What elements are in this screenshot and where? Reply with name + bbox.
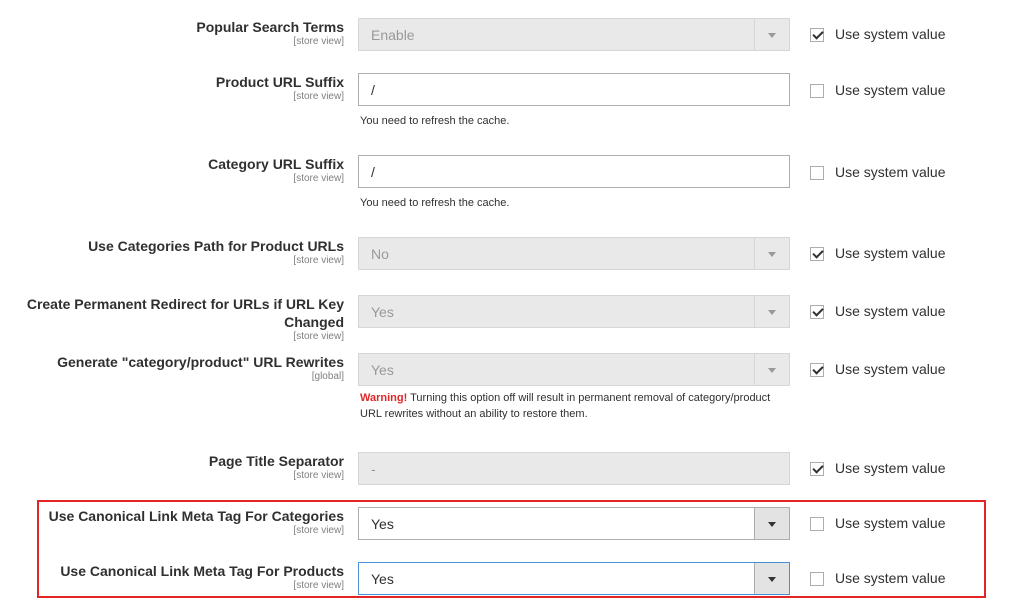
field-note: You need to refresh the cache. xyxy=(360,197,510,209)
use-system-value-checkbox[interactable] xyxy=(810,305,824,319)
input-value: / xyxy=(371,164,375,180)
field-scope: [global] xyxy=(311,371,344,382)
field-label-title: Use Canonical Link Meta Tag For Categori… xyxy=(48,508,344,524)
field-scope: [store view] xyxy=(293,91,344,102)
field-label: Popular Search Terms [store view] xyxy=(4,18,344,48)
field-label: Product URL Suffix [store view] xyxy=(4,73,344,103)
select-value: Yes xyxy=(371,304,394,320)
input-value: / xyxy=(371,82,375,98)
field-scope: [store view] xyxy=(293,525,344,536)
use-system-value-label: Use system value xyxy=(835,515,946,531)
field-label-title: Page Title Separator xyxy=(208,453,344,469)
field-scope: [store view] xyxy=(293,36,344,47)
select-value: Enable xyxy=(371,27,415,43)
category-url-suffix-input[interactable]: / xyxy=(358,155,790,188)
chevron-down-icon xyxy=(754,508,789,539)
use-system-value-label: Use system value xyxy=(835,570,946,586)
use-system-value-label: Use system value xyxy=(835,303,946,319)
use-system-value-checkbox[interactable] xyxy=(810,247,824,261)
product-url-suffix-input[interactable]: / xyxy=(358,73,790,106)
permanent-redirect-select[interactable]: Yes xyxy=(358,295,790,328)
field-label: Page Title Separator [store view] xyxy=(4,452,344,482)
input-value: - xyxy=(371,461,376,477)
use-system-value-checkbox[interactable] xyxy=(810,84,824,98)
popular-search-terms-select[interactable]: Enable xyxy=(358,18,790,51)
field-scope: [store view] xyxy=(293,580,344,591)
field-label: Create Permanent Redirect for URLs if UR… xyxy=(4,295,344,343)
select-value: No xyxy=(371,246,389,262)
field-label: Use Categories Path for Product URLs [st… xyxy=(4,237,344,267)
field-label-title: Generate "category/product" URL Rewrites xyxy=(57,354,344,370)
field-label: Use Canonical Link Meta Tag For Products… xyxy=(4,562,344,592)
use-system-value-checkbox[interactable] xyxy=(810,28,824,42)
select-value: Yes xyxy=(371,571,394,587)
field-label-title: Use Canonical Link Meta Tag For Products xyxy=(60,563,344,579)
field-label-title: Product URL Suffix xyxy=(215,74,344,90)
use-system-value-label: Use system value xyxy=(835,164,946,180)
use-system-value-checkbox[interactable] xyxy=(810,462,824,476)
warning-label: Warning! xyxy=(360,392,408,404)
chevron-down-icon xyxy=(754,563,789,594)
use-system-value-label: Use system value xyxy=(835,245,946,261)
field-label-title: Use Categories Path for Product URLs xyxy=(88,238,344,254)
field-label-title-line2: Changed xyxy=(284,314,344,330)
field-note: You need to refresh the cache. xyxy=(360,115,510,127)
use-system-value-label: Use system value xyxy=(835,26,946,42)
page-title-separator-input[interactable]: - xyxy=(358,452,790,485)
url-rewrites-select[interactable]: Yes xyxy=(358,353,790,386)
chevron-down-icon xyxy=(754,238,789,269)
warning-note: Warning! Turning this option off will re… xyxy=(360,390,780,422)
field-scope: [store view] xyxy=(293,331,344,342)
chevron-down-icon xyxy=(754,19,789,50)
use-system-value-checkbox[interactable] xyxy=(810,363,824,377)
field-label-title: Popular Search Terms xyxy=(196,19,344,35)
chevron-down-icon xyxy=(754,354,789,385)
use-system-value-checkbox[interactable] xyxy=(810,572,824,586)
use-system-value-label: Use system value xyxy=(835,361,946,377)
use-categories-path-select[interactable]: No xyxy=(358,237,790,270)
field-label-title: Category URL Suffix xyxy=(208,156,344,172)
field-label: Generate "category/product" URL Rewrites… xyxy=(4,353,344,383)
select-value: Yes xyxy=(371,516,394,532)
field-label: Use Canonical Link Meta Tag For Categori… xyxy=(4,507,344,537)
field-label-title-line1: Create Permanent Redirect for URLs if UR… xyxy=(26,296,344,312)
canonical-categories-select[interactable]: Yes xyxy=(358,507,790,540)
chevron-down-icon xyxy=(754,296,789,327)
use-system-value-label: Use system value xyxy=(835,82,946,98)
field-scope: [store view] xyxy=(293,255,344,266)
canonical-products-select[interactable]: Yes xyxy=(358,562,790,595)
warning-text: Turning this option off will result in p… xyxy=(360,392,771,420)
use-system-value-checkbox[interactable] xyxy=(810,517,824,531)
field-label: Category URL Suffix [store view] xyxy=(4,155,344,185)
use-system-value-checkbox[interactable] xyxy=(810,166,824,180)
field-scope: [store view] xyxy=(293,470,344,481)
field-scope: [store view] xyxy=(293,173,344,184)
select-value: Yes xyxy=(371,362,394,378)
use-system-value-label: Use system value xyxy=(835,460,946,476)
